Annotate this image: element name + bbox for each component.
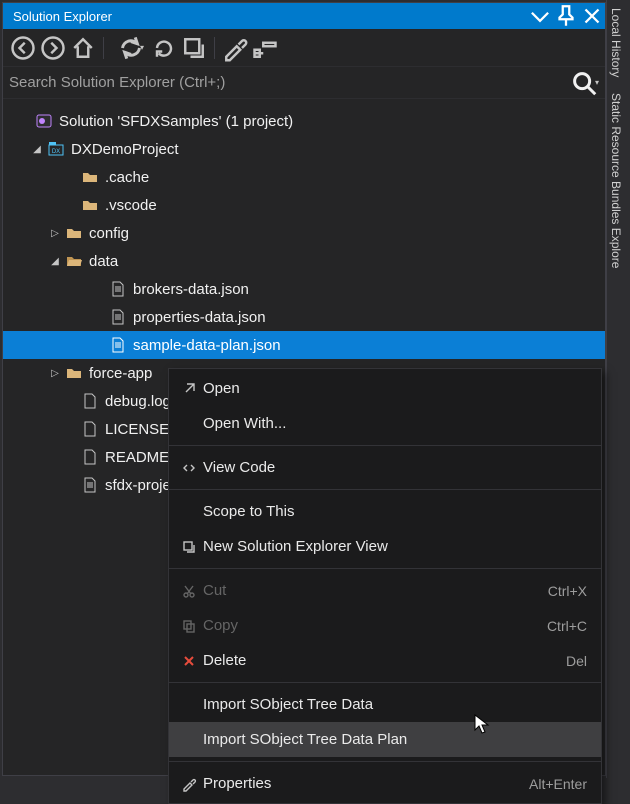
expander-icon[interactable]: ▷ xyxy=(47,365,63,381)
refresh-button[interactable] xyxy=(150,34,178,62)
menu-label: Scope to This xyxy=(203,503,587,520)
forward-button[interactable] xyxy=(39,34,67,62)
menu-label: Delete xyxy=(203,652,566,669)
solution-icon xyxy=(35,112,53,130)
folder-icon xyxy=(65,224,83,242)
search-input[interactable] xyxy=(9,74,569,91)
vertical-tab-local-history[interactable]: Local History xyxy=(607,0,625,85)
node-label: LICENSE xyxy=(105,421,169,438)
node-label: DXDemoProject xyxy=(71,141,179,158)
svg-text:DX: DX xyxy=(52,149,60,155)
menu-copy: Copy Ctrl+C xyxy=(169,608,601,643)
delete-icon xyxy=(175,653,203,669)
menu-scope-to-this[interactable]: Scope to This xyxy=(169,494,601,529)
node-label: .cache xyxy=(105,169,149,186)
node-label: sample-data-plan.json xyxy=(133,337,281,354)
menu-open[interactable]: Open xyxy=(169,371,601,406)
menu-label: Cut xyxy=(203,582,548,599)
dropdown-button[interactable] xyxy=(527,3,553,29)
panel-title: Solution Explorer xyxy=(3,9,527,24)
menu-cut: Cut Ctrl+X xyxy=(169,573,601,608)
menu-shortcut: Ctrl+X xyxy=(548,583,587,599)
menu-shortcut: Ctrl+C xyxy=(547,618,587,634)
expander-icon[interactable]: ▷ xyxy=(47,225,63,241)
project-node[interactable]: ◢ DX DXDemoProject xyxy=(3,135,605,163)
menu-label: New Solution Explorer View xyxy=(203,538,587,555)
file-icon xyxy=(109,280,127,298)
menu-separator xyxy=(169,568,601,569)
file-brokers-data[interactable]: brokers-data.json xyxy=(3,275,605,303)
folder-icon xyxy=(65,364,83,382)
menu-import-sobject-tree-data[interactable]: Import SObject Tree Data xyxy=(169,687,601,722)
home-button[interactable] xyxy=(69,34,97,62)
search-row xyxy=(3,67,605,99)
folder-icon xyxy=(81,196,99,214)
back-button[interactable] xyxy=(9,34,37,62)
menu-separator xyxy=(169,489,601,490)
node-label: force-app xyxy=(89,365,152,382)
cut-icon xyxy=(175,583,203,599)
file-icon xyxy=(109,308,127,326)
menu-label: Open xyxy=(203,380,587,397)
collapse-all-button[interactable] xyxy=(180,34,208,62)
node-label: brokers-data.json xyxy=(133,281,249,298)
open-icon xyxy=(175,381,203,397)
project-icon: DX xyxy=(47,140,65,158)
menu-separator xyxy=(169,682,601,683)
vertical-tab-static-resource-bundles[interactable]: Static Resource Bundles Explore xyxy=(607,85,625,276)
folder-cache[interactable]: ▸ .cache xyxy=(3,163,605,191)
context-menu: Open Open With... View Code Scope to Thi… xyxy=(168,368,602,804)
menu-separator xyxy=(169,761,601,762)
pin-button[interactable] xyxy=(553,3,579,29)
toolbar xyxy=(3,29,605,67)
menu-delete[interactable]: Delete Del xyxy=(169,643,601,678)
expander-icon[interactable]: ◢ xyxy=(47,253,63,269)
file-icon xyxy=(81,420,99,438)
copy-icon xyxy=(175,618,203,634)
new-window-icon xyxy=(175,539,203,555)
panel-titlebar: Solution Explorer xyxy=(3,3,605,29)
close-button[interactable] xyxy=(579,3,605,29)
file-icon xyxy=(81,392,99,410)
file-sample-data-plan[interactable]: sample-data-plan.json xyxy=(3,331,605,359)
folder-vscode[interactable]: ▸ .vscode xyxy=(3,191,605,219)
folder-open-icon xyxy=(65,252,83,270)
menu-label: Copy xyxy=(203,617,547,634)
folder-config[interactable]: ▷ config xyxy=(3,219,605,247)
node-label: data xyxy=(89,253,118,270)
node-label: properties-data.json xyxy=(133,309,266,326)
menu-label: Import SObject Tree Data Plan xyxy=(203,731,587,748)
node-label: .vscode xyxy=(105,197,157,214)
sync-button[interactable] xyxy=(110,34,148,62)
file-icon xyxy=(81,448,99,466)
show-all-files-button[interactable] xyxy=(251,34,279,62)
search-button[interactable] xyxy=(569,70,599,96)
menu-shortcut: Del xyxy=(566,653,587,669)
menu-properties[interactable]: Properties Alt+Enter xyxy=(169,766,601,801)
file-properties-data[interactable]: properties-data.json xyxy=(3,303,605,331)
node-label: config xyxy=(89,225,129,242)
menu-label: Import SObject Tree Data xyxy=(203,696,587,713)
file-icon xyxy=(81,476,99,494)
menu-new-explorer-view[interactable]: New Solution Explorer View xyxy=(169,529,601,564)
properties-button[interactable] xyxy=(221,34,249,62)
menu-label: View Code xyxy=(203,459,587,476)
menu-import-sobject-tree-data-plan[interactable]: Import SObject Tree Data Plan xyxy=(169,722,601,757)
node-label: Solution 'SFDXSamples' (1 project) xyxy=(59,113,293,130)
menu-view-code[interactable]: View Code xyxy=(169,450,601,485)
toolbar-separator xyxy=(103,37,104,59)
expander-icon[interactable]: ◢ xyxy=(29,141,45,157)
node-label: debug.log xyxy=(105,393,171,410)
menu-label: Open With... xyxy=(203,415,587,432)
folder-icon xyxy=(81,168,99,186)
toolbar-separator xyxy=(214,37,215,59)
file-icon xyxy=(109,336,127,354)
solution-node[interactable]: ▾ Solution 'SFDXSamples' (1 project) xyxy=(3,107,605,135)
menu-separator xyxy=(169,445,601,446)
code-icon xyxy=(175,460,203,476)
folder-data[interactable]: ◢ data xyxy=(3,247,605,275)
menu-open-with[interactable]: Open With... xyxy=(169,406,601,441)
vertical-tab-well: Local History Static Resource Bundles Ex… xyxy=(606,0,630,778)
